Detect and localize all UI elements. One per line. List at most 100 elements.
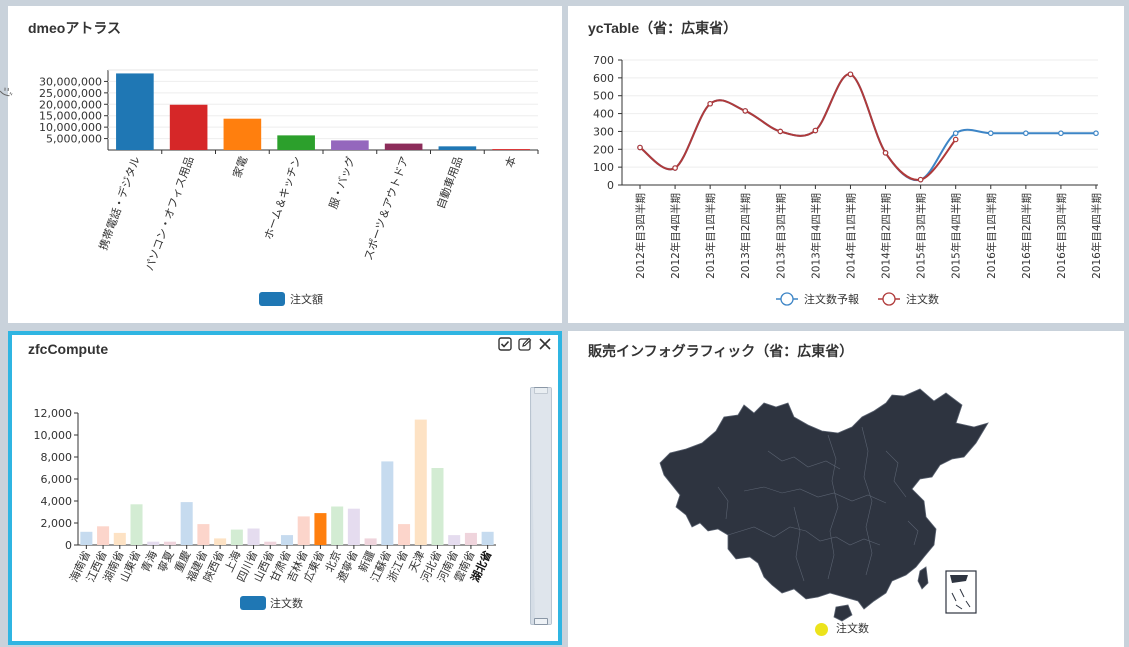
legend-dot [815,622,828,636]
data-point [707,100,713,107]
bar [331,140,369,150]
data-point [637,144,643,151]
x-tick-label: 2013年目2四半期 [739,193,752,279]
y-tick-label: 300 [593,125,614,138]
bar [364,538,377,545]
x-tick-label: 2012年目3四半期 [634,193,647,279]
bar [431,468,444,545]
data-point [917,176,924,183]
bar [169,104,208,150]
x-tick-label: スポーツ＆アウトドア [362,155,412,263]
x-tick-label: 2013年目1四半期 [704,193,717,279]
bar [314,513,327,545]
data-point [882,150,889,156]
bar [130,504,143,545]
bar [331,506,344,545]
data-point [812,127,819,134]
y-tick-label: 4,000 [41,495,73,508]
chart-legend: 注文数 [240,596,303,610]
data-point [987,130,994,137]
bar-chart-province-orders[interactable]: 02,0004,0006,0008,00010,00012,000海南省江西省湖… [8,331,562,645]
x-tick-label: 2013年目3四半期 [774,193,787,279]
y-tick-label: 5,000,000 [46,133,102,146]
legend-label: 注文額 [290,292,323,306]
panel-zfc-compute[interactable]: zfcCompute 0 2,000 4,000 6,000 8,000 10,000 12… [8,331,562,645]
data-point [777,128,784,135]
panel-yc-table[interactable]: ycTable（省：広東省） 0 100 200 300 400 500 600 700 201… [568,6,1124,323]
panel-sales-infographic[interactable]: 販売インフォグラフィック（省：広東省） 注文数 [568,331,1124,647]
y-tick-label: 400 [593,108,614,121]
bar [197,524,210,545]
data-point [1058,130,1064,137]
bar [414,419,427,545]
x-tick-label: 2016年目3四半期 [1055,193,1068,279]
line-chart-order-count[interactable]: 0 100 200 300 400 500 600 700 2012年目3四半期 2012年目4四… [568,6,1124,323]
bar [464,532,477,545]
x-tick-label: 2014年目1四半期 [844,193,857,279]
x-tick-label: 2015年目3四半期 [915,193,928,279]
bar [297,516,310,545]
bar [277,135,315,150]
bar [381,461,394,545]
bar [180,502,193,545]
hainan-island [833,604,853,622]
y-tick-label: 2,000 [41,517,73,530]
map-legend[interactable]: 注文数 [815,620,869,636]
bar-chart-order-amount[interactable]: 5,000,00010,000,00015,000,00020,000,0002… [8,6,562,323]
bar [80,531,93,545]
y-tick-label: 15,000,000 [39,110,102,123]
bar [97,526,110,545]
china-mainland-shape [659,388,989,610]
bar [398,524,411,545]
legend-marker [780,292,794,306]
x-tick-label: 自動車用品 [433,154,465,210]
slider-handle-bottom[interactable] [534,618,548,625]
y-tick-label: 25,000,000 [39,87,102,100]
bar [264,541,277,545]
legend-label: 注文数 [836,622,869,635]
legend-label: 注文数予報 [804,292,859,306]
y-tick-label: 6,000 [41,473,73,486]
south-sea-inset [945,570,977,614]
zoom-slider[interactable] [530,387,552,625]
panel-dmeo-atlas[interactable]: dmeoアトラス 5,000,000 10,000,000 15,000,000 20… [8,6,562,323]
x-tick-label: 服・バッグ [326,154,358,210]
x-tick-label: 2016年目4四半期 [1090,193,1103,279]
x-tick-label: パソコン・オフィス用品 [143,155,197,273]
x-tick-label: 2014年目2四半期 [880,193,893,279]
y-tick-label: 12,000 [34,407,73,420]
chart-legend: 注文額 [259,292,323,306]
legend-swatch [240,596,266,610]
x-tick-label: 2016年目2四半期 [1020,193,1033,279]
y-tick-label: 500 [593,90,614,103]
data-point [672,165,678,171]
bar [492,149,530,150]
y-tick-label: 200 [593,143,614,156]
x-tick-label: 2016年目1四半期 [985,193,998,279]
y-tick-label: 20,000,000 [39,98,102,111]
bar [384,143,423,150]
y-tick-label: 100 [593,161,614,174]
bar [448,535,461,545]
legend-label: 注文数 [906,292,939,306]
y-tick-label: 0 [65,539,72,552]
y-tick-label: 8,000 [41,451,73,464]
bar [214,538,227,545]
bar [247,528,260,545]
bar [438,146,477,150]
data-point [1093,130,1099,137]
x-tick-label: 青海 [138,548,160,574]
legend-label: 注文数 [270,596,303,610]
y-tick-label: 600 [593,72,614,85]
bar [280,535,294,545]
y-tick-label: 10,000 [34,429,73,442]
data-point [952,136,959,143]
y-tick-label: 0 [607,179,614,192]
bar [147,541,160,545]
data-point [1023,130,1029,137]
data-point [847,71,854,78]
bar [223,118,262,150]
data-point [952,130,959,137]
china-map[interactable] [568,331,1124,647]
chart-legend: 注文数予報 注文数 [776,292,939,306]
